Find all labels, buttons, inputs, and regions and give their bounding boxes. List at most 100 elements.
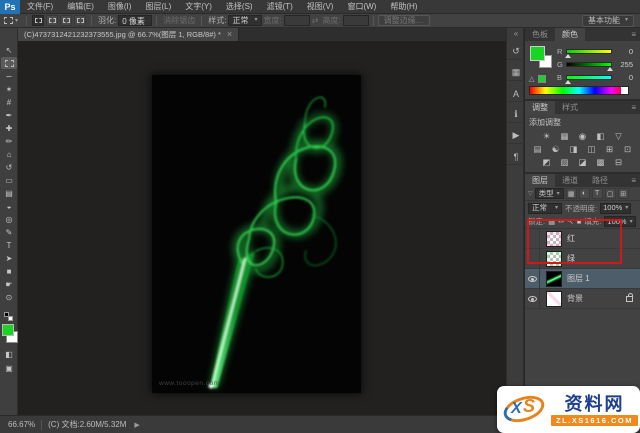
- quick-mask-button[interactable]: ◧: [1, 348, 17, 360]
- eyedropper-tool[interactable]: ✒: [1, 109, 17, 121]
- curves-icon[interactable]: ◉: [576, 130, 590, 142]
- layer-row-2[interactable]: 图层 1: [525, 269, 640, 289]
- levels-icon[interactable]: ▦: [558, 130, 572, 142]
- menu-item-5[interactable]: 选择(S): [219, 0, 260, 14]
- threshold-icon[interactable]: ◪: [576, 156, 590, 168]
- vibrance-icon[interactable]: ▽: [612, 130, 626, 142]
- color-tab-0[interactable]: 色板: [525, 28, 555, 41]
- info-panel-icon[interactable]: ℹ: [508, 107, 524, 123]
- eraser-tool[interactable]: ▭: [1, 174, 17, 186]
- default-colors-icon[interactable]: [4, 312, 13, 321]
- white-chip[interactable]: [621, 87, 628, 94]
- menu-item-4[interactable]: 文字(Y): [178, 0, 219, 14]
- adjustments-panel-menu-icon[interactable]: ≡: [631, 101, 640, 114]
- workspace-switcher[interactable]: 基本功能 ▾: [581, 14, 634, 27]
- layers-tab-2[interactable]: 路径: [585, 174, 615, 187]
- channel-slider-R[interactable]: [564, 48, 612, 58]
- black-white-icon[interactable]: ◨: [567, 143, 581, 155]
- photo-filter-icon[interactable]: ◫: [585, 143, 599, 155]
- layer-row-1[interactable]: 绿: [525, 249, 640, 269]
- selective-color-icon[interactable]: ⊟: [612, 156, 626, 168]
- color-panel-menu-icon[interactable]: ≡: [631, 28, 640, 41]
- exposure-icon[interactable]: ◧: [594, 130, 608, 142]
- layer-name[interactable]: 图层 1: [567, 273, 590, 284]
- lock-pixels-icon[interactable]: ✏: [558, 217, 564, 226]
- layer-name[interactable]: 绿: [567, 253, 575, 264]
- shape-tool[interactable]: ■: [1, 265, 17, 277]
- layer-thumbnail[interactable]: [546, 290, 562, 307]
- screen-mode-button[interactable]: ▣: [1, 362, 17, 374]
- visibility-toggle[interactable]: [525, 269, 540, 288]
- layer-thumbnail[interactable]: [546, 230, 562, 247]
- lock-all-icon[interactable]: ■: [577, 217, 582, 226]
- canvas-image[interactable]: www.tooopen.com: [152, 75, 361, 393]
- canvas-pasteboard[interactable]: www.tooopen.com: [18, 41, 506, 415]
- brightness-contrast-icon[interactable]: ☀: [540, 130, 554, 142]
- adjustments-tab-0[interactable]: 调整: [525, 101, 555, 114]
- menu-item-8[interactable]: 窗口(W): [340, 0, 383, 14]
- adjustments-tab-1[interactable]: 样式: [555, 101, 585, 114]
- channel-slider-B[interactable]: [564, 74, 612, 84]
- visibility-toggle[interactable]: [525, 249, 540, 268]
- move-tool[interactable]: ↖: [1, 44, 17, 56]
- tool-preset-picker[interactable]: ▾: [0, 17, 22, 24]
- filter-smart-objects-icon[interactable]: ⊞: [617, 188, 629, 199]
- history-brush-tool[interactable]: ↺: [1, 161, 17, 173]
- invert-icon[interactable]: ◩: [540, 156, 554, 168]
- character-panel-icon[interactable]: A: [508, 86, 524, 102]
- dodge-tool[interactable]: ◎: [1, 213, 17, 225]
- new-selection-button[interactable]: [32, 15, 45, 26]
- close-icon[interactable]: ×: [227, 28, 232, 41]
- filter-type-layers-icon[interactable]: T: [591, 188, 603, 199]
- web-safe-color-icon[interactable]: [538, 75, 546, 83]
- swatches-panel-icon[interactable]: ▦: [508, 65, 524, 81]
- crop-tool[interactable]: #: [1, 96, 17, 108]
- zoom-level-input[interactable]: 66.67%: [8, 420, 35, 429]
- visibility-toggle[interactable]: [525, 289, 540, 308]
- add-to-selection-button[interactable]: [46, 15, 59, 26]
- menu-item-6[interactable]: 滤镜(T): [260, 0, 300, 14]
- gradient-map-icon[interactable]: ▩: [594, 156, 608, 168]
- layers-tab-0[interactable]: 图层: [525, 174, 555, 187]
- lock-position-icon[interactable]: ↖: [567, 217, 573, 226]
- lasso-tool[interactable]: ∽: [1, 70, 17, 82]
- hue-saturation-icon[interactable]: ▤: [531, 143, 545, 155]
- gamut-warning-icon[interactable]: △: [529, 75, 534, 83]
- layer-row-0[interactable]: 红: [525, 229, 640, 249]
- posterize-icon[interactable]: ▨: [558, 156, 572, 168]
- rectangular-marquee-tool[interactable]: [1, 57, 17, 69]
- layer-thumbnail[interactable]: [546, 270, 562, 287]
- foreground-color-swatch[interactable]: [530, 46, 545, 61]
- intersect-with-selection-button[interactable]: [74, 15, 87, 26]
- layer-filter-select[interactable]: 类型 ▾: [534, 188, 564, 199]
- color-lookup-icon[interactable]: ⊡: [621, 143, 635, 155]
- layer-thumbnail[interactable]: [546, 250, 562, 267]
- color-balance-icon[interactable]: ☯: [549, 143, 563, 155]
- status-options-icon[interactable]: ▶: [134, 421, 139, 429]
- menu-item-0[interactable]: 文件(F): [20, 0, 60, 14]
- fill-input[interactable]: 100% ▾: [604, 216, 636, 227]
- actions-panel-icon[interactable]: ▶: [508, 128, 524, 144]
- filter-pixel-layers-icon[interactable]: ▦: [565, 188, 577, 199]
- style-select[interactable]: 正常 ▾: [228, 15, 262, 26]
- blend-mode-select[interactable]: 正常 ▾: [528, 202, 563, 214]
- channel-mixer-icon[interactable]: ⊞: [603, 143, 617, 155]
- layer-name[interactable]: 红: [567, 233, 575, 244]
- menu-item-3[interactable]: 图层(L): [138, 0, 178, 14]
- magic-wand-tool[interactable]: ✶: [1, 83, 17, 95]
- hand-tool[interactable]: ☛: [1, 278, 17, 290]
- lock-transparency-icon[interactable]: ▦: [548, 217, 555, 226]
- expand-panels-icon[interactable]: «: [507, 28, 525, 40]
- channel-slider-G[interactable]: [566, 61, 613, 71]
- visibility-toggle[interactable]: [525, 229, 540, 248]
- filter-shape-layers-icon[interactable]: ▢: [604, 188, 616, 199]
- menu-item-9[interactable]: 帮助(H): [383, 0, 424, 14]
- pen-tool[interactable]: ✎: [1, 226, 17, 238]
- zoom-tool[interactable]: ⊙: [1, 291, 17, 303]
- channel-value-G[interactable]: 255: [615, 60, 633, 69]
- paragraph-panel-icon[interactable]: ¶: [508, 149, 524, 165]
- layers-panel-menu-icon[interactable]: ≡: [631, 174, 640, 187]
- filter-adjustment-layers-icon[interactable]: ◐: [578, 188, 590, 199]
- brush-tool[interactable]: ✏: [1, 135, 17, 147]
- color-tab-1[interactable]: 颜色: [555, 28, 585, 41]
